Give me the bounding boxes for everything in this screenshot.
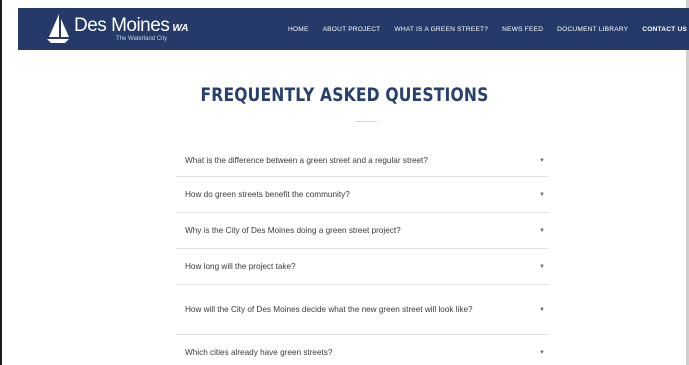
faq-question: How long will the project take? — [185, 261, 296, 271]
caret-down-icon[interactable]: ▼ — [539, 192, 545, 198]
nav-news-feed[interactable]: NEWS FEED — [502, 26, 543, 33]
site-logo-link[interactable]: Des Moines WA The Waterland City — [45, 8, 188, 50]
logo-tagline: The Waterland City — [116, 36, 168, 42]
nav-contact-us[interactable]: CONTACT US — [642, 26, 687, 33]
caret-down-icon[interactable]: ▼ — [539, 350, 545, 356]
caret-down-icon[interactable]: ▼ — [539, 264, 545, 270]
main-menu: HOME ABOUT PROJECT WHAT IS A GREEN STREE… — [274, 26, 687, 33]
caret-down-icon[interactable]: ▼ — [539, 158, 545, 164]
faq-item[interactable]: How will the City of Des Moines decide w… — [176, 285, 549, 335]
title-divider — [355, 121, 377, 122]
faq-question: What is the difference between a green s… — [185, 155, 428, 165]
caret-down-icon[interactable]: ▼ — [539, 228, 545, 234]
faq-question: How will the City of Des Moines decide w… — [185, 304, 473, 314]
top-navigation-bar: Des Moines WA The Waterland City HOME AB… — [18, 8, 689, 50]
caret-down-icon[interactable]: ▼ — [539, 307, 545, 313]
faq-item[interactable]: How do green streets benefit the communi… — [176, 177, 549, 213]
logo-name: Des Moines — [74, 15, 170, 36]
logo-text: Des Moines WA The Waterland City — [74, 16, 188, 42]
faq-item[interactable]: What is the difference between a green s… — [176, 145, 549, 177]
nav-home[interactable]: HOME — [288, 26, 309, 33]
logo-state: WA — [172, 23, 189, 34]
page-title: FREQUENTLY ASKED QUESTIONS — [200, 84, 489, 106]
faq-question: Which cities already have green streets? — [185, 348, 333, 357]
nav-document-library[interactable]: DOCUMENT LIBRARY — [557, 26, 628, 33]
page-left-edge — [0, 0, 2, 365]
faq-item[interactable]: How long will the project take? ▼ — [176, 249, 549, 285]
faq-item[interactable]: Which cities already have green streets?… — [176, 335, 549, 365]
faq-question: How do green streets benefit the communi… — [185, 189, 350, 199]
faq-question: Why is the City of Des Moines doing a gr… — [185, 225, 401, 235]
sailboat-icon — [47, 14, 69, 43]
faq-accordion: What is the difference between a green s… — [176, 145, 549, 365]
faq-item[interactable]: Why is the City of Des Moines doing a gr… — [176, 213, 549, 249]
nav-what-is-green-street[interactable]: WHAT IS A GREEN STREET? — [394, 26, 488, 33]
nav-about-project[interactable]: ABOUT PROJECT — [323, 26, 381, 33]
